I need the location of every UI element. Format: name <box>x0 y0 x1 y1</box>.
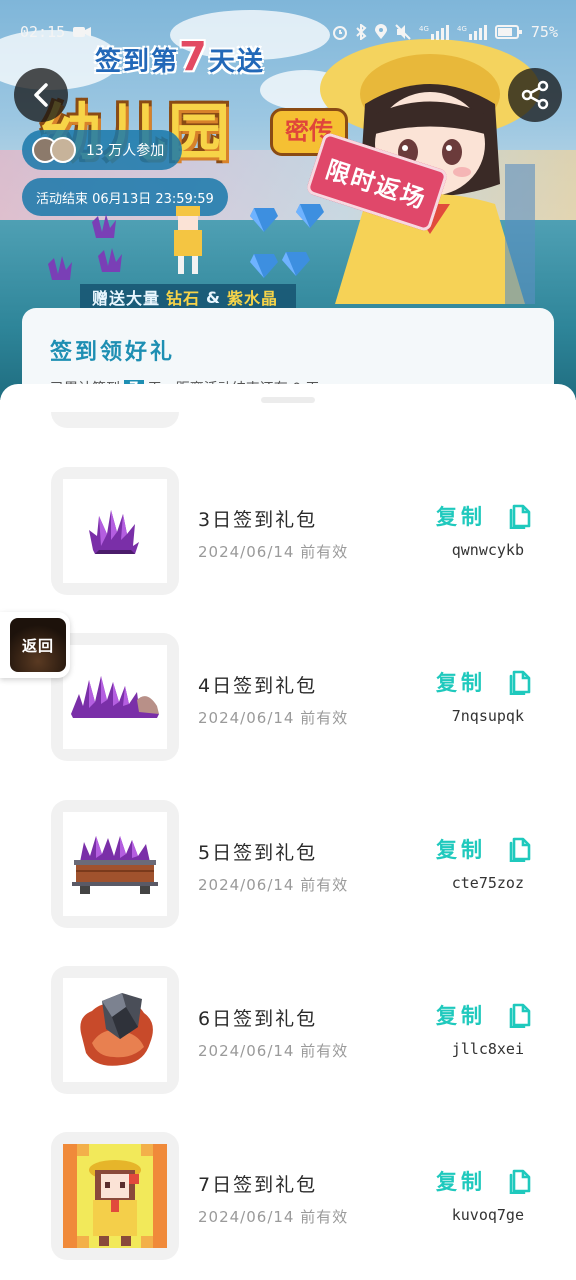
signal-4g-icon: 4G <box>419 25 449 40</box>
girl-character-icon <box>63 1144 167 1248</box>
gift-code: jllc8xei <box>451 1040 524 1058</box>
crystal-icon <box>48 256 72 280</box>
pixel-girl-sprite <box>174 206 202 274</box>
svg-text:4G: 4G <box>419 25 429 33</box>
gift-row: 6日签到礼包 2024/06/14 前有效 复制 jllc8xei <box>0 966 576 1094</box>
mute-icon <box>395 24 411 40</box>
bonus-item-crystal: 紫水晶 <box>226 289 278 308</box>
sheet-drag-handle[interactable] <box>261 397 315 403</box>
gift-name: 3日签到礼包 <box>198 509 318 531</box>
copy-button[interactable]: 复制 <box>436 1166 532 1196</box>
copy-icon <box>509 837 531 862</box>
signal-4g-icon: 4G <box>457 25 487 40</box>
crystal-icon <box>92 214 116 238</box>
gift-row: 4日签到礼包 2024/06/14 前有效 复制 7nqsupqk <box>0 633 576 761</box>
event-headline: 签到第7天送 <box>95 34 265 80</box>
gift-code: kuvoq7ge <box>451 1206 524 1224</box>
diamond-icon <box>296 204 324 228</box>
chevron-left-icon <box>34 83 48 107</box>
avatar <box>50 137 76 163</box>
sign-in-title: 签到领好礼 <box>50 340 176 365</box>
status-time: 02:15 <box>20 23 66 41</box>
copy-icon <box>509 1169 531 1194</box>
diamond-icon <box>250 208 278 232</box>
participants-count: 13 万人参加 <box>86 143 165 159</box>
gift-thumb <box>51 800 179 928</box>
headline-day: 7 <box>179 34 209 80</box>
gift-code: 7nqsupqk <box>451 707 524 725</box>
gift-row: 7日签到礼包 2024/06/14 前有效 复制 kuvoq7ge <box>0 1132 576 1260</box>
diamond-icon <box>250 254 278 278</box>
event-banner: 02:15 4G 4G 75% 签到第7天送 幼儿园 密传 13 万人参加 活动… <box>0 0 576 400</box>
copy-label: 复制 <box>436 505 486 529</box>
gift-name: 7日签到礼包 <box>198 1174 318 1196</box>
copy-icon <box>509 670 531 695</box>
purple-crystal-pile-icon <box>71 676 159 718</box>
headline-prefix: 签到第 <box>95 47 180 77</box>
bonus-banner: 赠送大量 钻石 & 紫水晶 <box>80 284 296 310</box>
floating-return-label: 返回 <box>10 618 66 672</box>
diamond-icon <box>282 252 310 276</box>
gift-name: 6日签到礼包 <box>198 1008 318 1030</box>
gift-name: 5日签到礼包 <box>198 842 318 864</box>
gift-valid-date: 2024/06/14 前有效 <box>198 709 349 727</box>
gift-code-sheet[interactable]: 3日签到礼包 2024/06/14 前有效 复制 qwnwcykb 4日签到礼包… <box>0 384 576 1280</box>
participant-avatars <box>32 137 76 163</box>
bonus-item-diamond: 钻石 <box>166 289 201 308</box>
copy-label: 复制 <box>436 838 486 862</box>
gift-valid-date: 2024/06/14 前有效 <box>198 543 349 561</box>
gift-thumb-partial <box>51 412 179 428</box>
crystal-icon <box>98 248 122 272</box>
gift-code: qwnwcykb <box>451 541 524 559</box>
floating-return-button[interactable]: 返回 <box>0 612 70 678</box>
gift-name: 4日签到礼包 <box>198 675 318 697</box>
gift-row: 5日签到礼包 2024/06/14 前有效 复制 cte75zoz <box>0 800 576 928</box>
gift-thumb <box>51 966 179 1094</box>
gift-valid-date: 2024/06/14 前有效 <box>198 1042 349 1060</box>
participants-pill: 13 万人参加 <box>22 130 183 170</box>
bluetooth-icon <box>356 24 367 40</box>
copy-label: 复制 <box>436 1170 486 1194</box>
copy-icon <box>509 504 531 529</box>
bonus-prefix: 赠送大量 <box>92 289 161 308</box>
copy-button[interactable]: 复制 <box>436 501 532 531</box>
copy-button[interactable]: 复制 <box>436 667 532 697</box>
svg-text:4G: 4G <box>457 25 467 33</box>
copy-button[interactable]: 复制 <box>436 834 532 864</box>
gift-valid-date: 2024/06/14 前有效 <box>198 1208 349 1226</box>
share-icon <box>521 80 549 110</box>
copy-button[interactable]: 复制 <box>436 1000 532 1030</box>
share-button[interactable] <box>508 68 562 122</box>
battery-percent: 75% <box>530 23 558 41</box>
copy-icon <box>509 1003 531 1028</box>
gift-thumb <box>51 467 179 595</box>
copy-label: 复制 <box>436 671 486 695</box>
purple-crystal-small-icon <box>89 510 139 554</box>
gift-row: 3日签到礼包 2024/06/14 前有效 复制 qwnwcykb <box>0 467 576 595</box>
video-icon <box>73 27 92 37</box>
ore-bundle-icon <box>80 993 153 1066</box>
gift-valid-date: 2024/06/14 前有效 <box>198 876 349 894</box>
location-icon <box>374 24 387 39</box>
alarm-icon <box>332 26 347 40</box>
crystal-cart-icon <box>72 836 158 894</box>
bonus-amp: & <box>206 287 221 307</box>
back-button[interactable] <box>14 68 68 122</box>
gift-thumb <box>51 633 179 761</box>
headline-suffix: 天送 <box>208 47 265 77</box>
gift-code: cte75zoz <box>451 874 524 892</box>
copy-label: 复制 <box>436 1004 486 1028</box>
battery-icon <box>494 25 522 39</box>
gift-thumb <box>51 1132 179 1260</box>
